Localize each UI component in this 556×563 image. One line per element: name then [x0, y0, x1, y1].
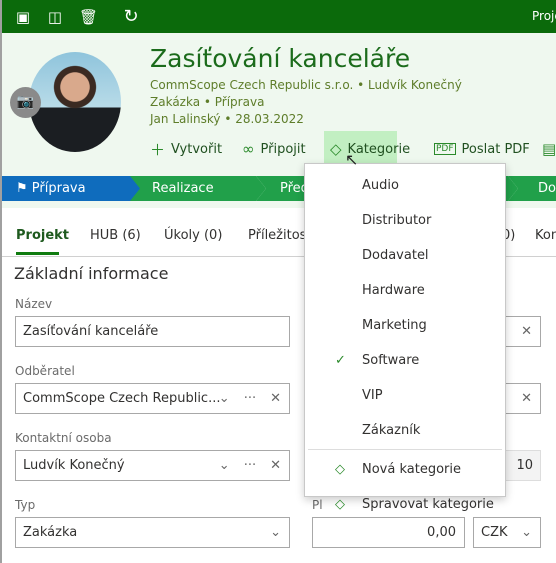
chevron-down-icon[interactable]: ⌄: [219, 384, 230, 413]
type-value: Zakázka: [23, 525, 78, 540]
menu-item-label: Hardware: [362, 283, 425, 298]
menu-item-label: Software: [362, 353, 420, 368]
new-category-button[interactable]: ◇ Nová kategorie: [305, 452, 505, 487]
header-type: Zakázka • Příprava: [150, 95, 265, 109]
menu-item-marketing[interactable]: Marketing: [305, 308, 505, 343]
word-button[interactable]: ▤: [542, 137, 556, 161]
menu-item-software[interactable]: ✓ Software: [305, 343, 505, 378]
currency-value: CZK: [481, 525, 508, 540]
tag-icon: ◇: [335, 497, 345, 512]
menu-item-label: Marketing: [362, 318, 427, 333]
section-title: Základní informace: [14, 264, 169, 283]
category-dropdown: Audio Distributor Dodavatel Hardware Mar…: [304, 163, 506, 512]
chevron-down-icon: ⌄: [270, 525, 281, 540]
chevron-down-icon: ⌄: [521, 525, 532, 540]
stage-label: Příprava: [31, 181, 86, 196]
save-icon[interactable]: ◫: [46, 8, 64, 26]
close-icon[interactable]: ✕: [521, 317, 532, 346]
menu-divider: [308, 449, 502, 450]
menu-item-label: Nová kategorie: [362, 462, 461, 477]
contact-input[interactable]: Ludvík Konečný ⌄ ··· ✕: [15, 450, 290, 481]
close-icon[interactable]: ✕: [270, 384, 281, 413]
check-icon: ✓: [335, 353, 346, 368]
field-label: Typ: [15, 498, 36, 512]
app-title: Proje: [532, 9, 556, 23]
connect-label: Připojit: [260, 141, 306, 157]
tab-projekt[interactable]: Projekt: [16, 228, 69, 243]
name-input[interactable]: Zasíťování kanceláře: [15, 316, 290, 347]
menu-item-vip[interactable]: VIP: [305, 378, 505, 413]
more-icon[interactable]: ···: [244, 384, 256, 413]
type-select[interactable]: Zakázka ⌄: [15, 517, 290, 548]
chevron-down-icon[interactable]: ⌄: [219, 451, 230, 480]
manage-categories-button[interactable]: ◇ Spravovat kategorie: [305, 487, 505, 522]
delete-icon[interactable]: 🗑: [79, 8, 98, 26]
more-icon[interactable]: ···: [244, 451, 256, 480]
stage-label: Realizace: [152, 181, 214, 196]
menu-item-label: Spravovat kategorie: [362, 497, 494, 512]
stage-realizace[interactable]: Realizace: [130, 176, 266, 201]
field-label: Odběratel: [15, 364, 75, 378]
name-value: Zasíťování kanceláře: [23, 324, 159, 339]
tag-icon: ◇: [330, 140, 342, 158]
customer-value: CommScope Czech Republic...: [23, 391, 221, 406]
page-title: Zasíťování kanceláře: [150, 44, 411, 73]
menu-item-zakaznik[interactable]: Zákazník: [305, 413, 505, 448]
close-icon[interactable]: ✕: [521, 384, 532, 413]
tag-icon: ◇: [335, 462, 345, 477]
mouse-cursor-icon: ↖: [345, 150, 359, 169]
save-all-icon[interactable]: ▣: [14, 8, 32, 26]
avatar: [29, 52, 121, 152]
menu-item-dodavatel[interactable]: Dodavatel: [305, 238, 505, 273]
word-icon: ▤: [542, 140, 556, 158]
menu-item-label: VIP: [362, 388, 383, 403]
create-label: Vytvořit: [171, 141, 223, 157]
number-value: 10: [516, 458, 533, 473]
send-pdf-button[interactable]: PDF Poslat PDF: [434, 137, 530, 161]
refresh-icon[interactable]: ↻: [122, 8, 140, 26]
top-toolbar: ▣ ◫ 🗑 ↻ Proje: [2, 0, 556, 33]
contact-value: Ludvík Konečný: [23, 458, 125, 473]
plus-icon: ＋: [150, 140, 166, 159]
header-company: CommScope Czech Republic s.r.o. • Ludvík…: [150, 78, 462, 92]
pdf-icon: PDF: [434, 143, 456, 155]
customer-input[interactable]: CommScope Czech Republic... ⌄ ··· ✕: [15, 383, 290, 414]
tab-hub[interactable]: HUB (6): [90, 228, 141, 243]
category-button[interactable]: ◇ Kategorie: [330, 137, 410, 161]
active-tab-indicator: [16, 252, 59, 255]
header-owner: Jan Lalinský • 28.03.2022: [150, 112, 304, 126]
create-button[interactable]: ＋ Vytvořit: [150, 137, 222, 161]
field-label: Název: [15, 297, 53, 311]
stage-priprava[interactable]: ⚑ Příprava: [2, 176, 142, 201]
close-icon[interactable]: ✕: [270, 451, 281, 480]
menu-item-label: Zákazník: [362, 423, 421, 438]
camera-icon[interactable]: 📷: [10, 87, 41, 118]
field-label: Kontaktní osoba: [15, 431, 112, 445]
amount-value: 0,00: [427, 525, 456, 540]
stage-label: Do: [538, 181, 556, 196]
flag-icon: ⚑: [16, 181, 32, 196]
send-pdf-label: Poslat PDF: [461, 141, 530, 157]
connect-button[interactable]: ∞ Připojit: [242, 137, 306, 161]
tab-ukoly[interactable]: Úkoly (0): [164, 228, 222, 243]
link-icon: ∞: [242, 140, 255, 158]
menu-item-label: Audio: [362, 178, 399, 193]
menu-item-label: Distributor: [362, 213, 432, 228]
menu-item-label: Dodavatel: [362, 248, 429, 263]
menu-item-audio[interactable]: Audio: [305, 168, 505, 203]
tab-kon[interactable]: Kon: [535, 228, 556, 243]
menu-item-distributor[interactable]: Distributor: [305, 203, 505, 238]
menu-item-hardware[interactable]: Hardware: [305, 273, 505, 308]
